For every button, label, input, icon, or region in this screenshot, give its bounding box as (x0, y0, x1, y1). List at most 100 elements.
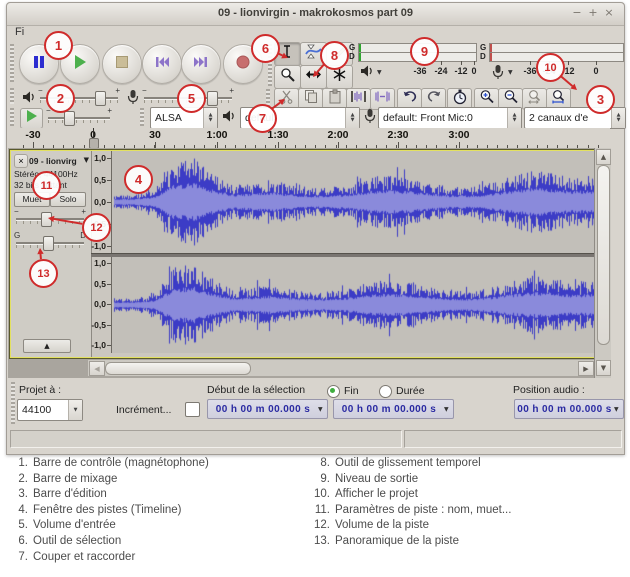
meter-tick (530, 61, 531, 65)
track-menu-arrow-icon[interactable]: ▼ (84, 156, 89, 164)
playback-speed-slider-track (48, 117, 110, 119)
redo-icon (426, 89, 442, 109)
status-panel-left (10, 430, 402, 448)
input-meter-scale-value: 0 (593, 66, 598, 76)
scroll-right-icon[interactable]: ▶ (578, 361, 594, 376)
scroll-left-icon[interactable]: ◀ (89, 361, 105, 376)
spinner-icon[interactable]: ▲▼ (611, 108, 625, 128)
waveform-right-channel[interactable] (111, 257, 609, 353)
output-meter-level (359, 44, 361, 52)
combo-arrow-icon[interactable]: ▼ (68, 400, 82, 420)
output-meter-scale-value: 0 (471, 66, 476, 76)
track-pan-slider[interactable]: GD (14, 232, 86, 254)
meter-tick (441, 61, 442, 65)
toolbar-grip[interactable] (10, 108, 14, 126)
input-device-combo[interactable]: default: Front Mic:0▲▼ (378, 107, 522, 129)
pause-icon (31, 54, 47, 75)
input-channels-combo[interactable]: 2 canaux d'e▲▼ (524, 107, 626, 129)
ruler-value: -1,0 (91, 340, 106, 350)
spinner-icon[interactable]: ▲▼ (507, 108, 521, 128)
speaker-icon (22, 90, 37, 109)
timeshift-tool-button[interactable] (300, 65, 327, 89)
skip-start-icon (154, 54, 170, 75)
ruler-tick-label: 1:30 (267, 129, 288, 141)
scroll-down-icon[interactable]: ▼ (596, 360, 611, 376)
selection-end-field[interactable]: 00 h 00 m 00.000 s▼ (333, 399, 454, 419)
gain-thumb[interactable] (41, 212, 52, 227)
gain-max-label: + (81, 208, 86, 216)
annotation-marker-13: 13 (29, 259, 58, 288)
waveform-left-channel[interactable] (111, 151, 609, 253)
track-name[interactable]: 09 - lionvirg (29, 156, 77, 166)
meter-dropdown-icon[interactable]: ▼ (508, 69, 513, 76)
ruler-tick-label: 3:00 (448, 129, 469, 141)
play-icon (72, 54, 88, 75)
pan-min-label: G (14, 232, 20, 240)
input-meter-label-left: G (480, 44, 486, 52)
scroll-up-icon[interactable]: ▲ (596, 149, 611, 165)
meter-dropdown-icon[interactable]: ▼ (377, 69, 382, 76)
toolbar-grip[interactable] (140, 108, 144, 126)
selection-start-field[interactable]: 00 h 00 m 00.000 s▼ (207, 399, 328, 419)
zoom-tool-button[interactable] (274, 65, 301, 89)
horizontal-scroll-thumb[interactable] (105, 362, 251, 375)
timeshift-tool-icon (305, 67, 322, 87)
toolbar-grip[interactable] (10, 44, 14, 82)
audacity-screenshot: 09 - lionvirgin - makrokosmos part 09 − … (0, 0, 630, 577)
project-rate-combo[interactable]: 44100 ▼ (17, 399, 83, 421)
output-volume-slider-min-label: − (38, 87, 43, 95)
track-collapse-button[interactable]: ▲ (23, 339, 71, 353)
output-meter-scale-value: -24 (434, 66, 447, 76)
vertical-ruler-right: 1,00,50,0-0,5-1,0 (91, 256, 111, 353)
input-volume-slider-thumb[interactable] (207, 91, 218, 106)
input-volume-slider-min-label: − (142, 87, 147, 95)
cut-icon (279, 89, 295, 109)
playback-speed-slider-max-label: + (107, 107, 112, 115)
ruler-value: 0,0 (94, 197, 106, 207)
annotation-marker-10: 10 (536, 53, 565, 82)
status-panel-right (404, 430, 622, 448)
track-gain-slider[interactable]: −+ (14, 208, 86, 230)
ruler-tick-label: -30 (25, 129, 40, 141)
ruler-value: -0,5 (91, 320, 106, 330)
ruler-tick-label: 2:30 (387, 129, 408, 141)
play-at-speed-button[interactable] (20, 108, 43, 129)
input-meter-scale-value: -36 (523, 66, 536, 76)
ruler-value: 0,5 (94, 279, 106, 289)
stop-button[interactable] (102, 44, 142, 84)
vertical-scroll-thumb[interactable] (597, 165, 610, 345)
project-rate-value: 44100 (18, 404, 68, 416)
skip-start-button[interactable] (142, 44, 182, 84)
end-radio-label: Fin (344, 385, 359, 397)
speaker-icon[interactable] (360, 64, 375, 83)
field-arrow-icon[interactable]: ▼ (614, 406, 623, 413)
paste-icon (327, 89, 343, 109)
annotation-marker-2: 2 (46, 84, 75, 113)
toolbar-grip[interactable] (10, 88, 14, 104)
snap-to-checkbox[interactable] (185, 402, 200, 417)
spinner-icon[interactable]: ▲▼ (345, 108, 359, 128)
output-meter-label-right: D (349, 53, 355, 61)
end-radio[interactable] (327, 385, 340, 398)
stop-icon (114, 54, 130, 75)
spinner-icon[interactable]: ▲▼ (203, 108, 217, 128)
field-arrow-icon[interactable]: ▼ (318, 406, 327, 413)
annotation-marker-4: 4 (124, 165, 153, 194)
timeline-ruler[interactable]: -300301:001:302:002:303:00 (8, 128, 610, 149)
pan-thumb[interactable] (43, 236, 54, 251)
audio-position-field[interactable]: 00 h 00 m 00.000 s▼ (514, 399, 624, 419)
horizontal-scrollbar[interactable]: ◀ ▶ (88, 360, 594, 376)
input-meter-label-right: D (480, 53, 486, 61)
annotation-marker-12: 12 (82, 213, 111, 242)
track-close-button[interactable]: × (14, 154, 28, 168)
vertical-scrollbar[interactable]: ▲ ▼ (594, 148, 611, 378)
toolbar-grip[interactable] (11, 382, 15, 424)
skip-end-button[interactable] (181, 44, 221, 84)
field-arrow-icon[interactable]: ▼ (444, 406, 453, 413)
microphone-icon (126, 89, 140, 110)
microphone-icon[interactable] (491, 64, 505, 85)
duration-radio[interactable] (379, 385, 392, 398)
output-volume-slider-thumb[interactable] (95, 91, 106, 106)
playback-speed-slider-thumb[interactable] (64, 111, 75, 126)
microphone-icon (363, 108, 377, 129)
